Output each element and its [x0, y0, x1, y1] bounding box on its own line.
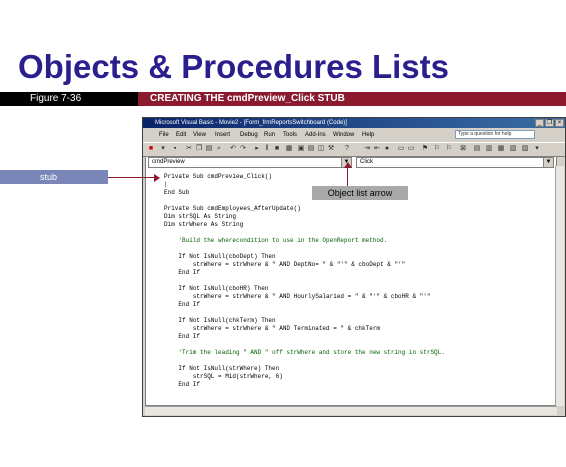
reset-icon[interactable]: ■ [273, 145, 281, 153]
undo-icon[interactable]: ↶ [229, 145, 237, 153]
menu-view[interactable]: View [193, 130, 206, 140]
code-line[interactable]: End If [164, 333, 552, 341]
code-text[interactable]: Private Sub cmdPreview_Click() | End Sub Pr… [164, 173, 552, 389]
find-icon[interactable]: ⌕ [215, 145, 223, 153]
code-line[interactable]: Dim strSQL As String [164, 213, 552, 221]
save-icon[interactable]: ▪ [171, 145, 179, 153]
insert-module-icon[interactable]: ▾ [159, 145, 167, 153]
stub-callout-arrowhead [154, 174, 160, 182]
list-constants-icon[interactable]: ▥ [485, 145, 493, 153]
code-line[interactable]: If Not IsNull(cboDept) Then [164, 253, 552, 261]
parameter-info-icon[interactable]: ▧ [509, 145, 517, 153]
design-mode-icon[interactable]: ▦ [285, 145, 293, 153]
run-icon[interactable]: ▸ [253, 145, 261, 153]
slide-title: Objects & Procedures Lists [18, 48, 449, 85]
code-line[interactable]: 'Build the wherecondition to use in the … [164, 237, 552, 245]
code-line[interactable]: Private Sub cmdEmployees_AfterUpdate() [164, 205, 552, 213]
vertical-scrollbar[interactable] [555, 166, 564, 406]
quick-info-icon[interactable]: ▦ [497, 145, 505, 153]
code-line[interactable]: strWhere = strWhere & " AND HourlySalari… [164, 293, 552, 301]
indent-icon[interactable]: ⇥ [363, 145, 371, 153]
figure-caption: CREATING THE cmdPreview_Click STUB [150, 93, 345, 104]
object-list[interactable]: cmdPreview ▼ [148, 157, 352, 168]
object-arrow-callout-arrowhead [344, 162, 352, 168]
code-line[interactable]: Dim strWhere As String [164, 221, 552, 229]
toolbox-icon[interactable]: ⚒ [327, 145, 335, 153]
project-explorer-icon[interactable]: ▣ [297, 145, 305, 153]
menu-window[interactable]: Window [333, 130, 354, 140]
redo-icon[interactable]: ↷ [239, 145, 247, 153]
view-access-icon[interactable]: ■ [147, 145, 155, 153]
cut-icon[interactable]: ✂ [185, 145, 193, 153]
code-line[interactable]: End If [164, 301, 552, 309]
stub-callout: stub [0, 170, 108, 184]
code-line[interactable]: End If [164, 269, 552, 277]
window-title: Microsoft Visual Basic - Movie2 - [Form_… [155, 120, 347, 126]
uncomment-block-icon[interactable]: ▭ [407, 145, 415, 153]
toggle-breakpoint-icon[interactable]: ● [383, 145, 391, 153]
menu-add-ins[interactable]: Add-Ins [305, 130, 326, 140]
menu-edit[interactable]: Edit [176, 130, 186, 140]
figure-label: Figure 7-36 [30, 93, 82, 104]
code-line[interactable]: Private Sub cmdPreview_Click() [164, 173, 552, 181]
restore-button[interactable]: ❐ [545, 119, 554, 127]
code-line[interactable]: End If [164, 381, 552, 389]
prev-bookmark-icon[interactable]: ⚐ [445, 145, 453, 153]
comment-block-icon[interactable]: ▭ [397, 145, 405, 153]
help-icon[interactable]: ? [343, 145, 351, 153]
next-bookmark-icon[interactable]: ⚐ [433, 145, 441, 153]
copy-icon[interactable]: ❐ [195, 145, 203, 153]
code-line[interactable]: If Not IsNull(chkTerm) Then [164, 317, 552, 325]
vb-editor-window: Microsoft Visual Basic - Movie2 - [Form_… [142, 117, 566, 417]
menu-tools[interactable]: Tools [283, 130, 297, 140]
object-list-arrow-callout: Object list arrow [312, 186, 408, 200]
menu-help[interactable]: Help [362, 130, 374, 140]
code-line[interactable] [164, 277, 552, 285]
procedure-list[interactable]: Click ▼ [356, 157, 554, 168]
caption-bar: Figure 7-36 CREATING THE cmdPreview_Clic… [0, 92, 566, 106]
code-line[interactable] [164, 245, 552, 253]
menu-file[interactable]: File [159, 130, 169, 140]
menu-insert[interactable]: Insert [215, 130, 230, 140]
outdent-icon[interactable]: ⇤ [373, 145, 381, 153]
object-list-value: cmdPreview [152, 159, 185, 165]
code-line[interactable]: strSQL = Mid(strWhere, 6) [164, 373, 552, 381]
complete-word-icon[interactable]: ▨ [521, 145, 529, 153]
stub-callout-line [108, 177, 158, 178]
menubar: File Edit View Insert Debug Run Tools Ad… [143, 129, 565, 141]
menu-debug[interactable]: Debug [240, 130, 258, 140]
paste-icon[interactable]: ▤ [205, 145, 213, 153]
window-titlebar[interactable]: Microsoft Visual Basic - Movie2 - [Form_… [143, 118, 565, 128]
object-browser-icon[interactable]: ◫ [317, 145, 325, 153]
toolbar-options-icon[interactable]: ▾ [533, 145, 541, 153]
code-line[interactable] [164, 357, 552, 365]
object-arrow-callout-line [347, 165, 348, 186]
menu-run[interactable]: Run [264, 130, 275, 140]
break-icon[interactable]: ‖ [263, 145, 271, 153]
procedure-list-value: Click [360, 159, 373, 165]
properties-icon[interactable]: ▤ [307, 145, 315, 153]
code-line[interactable]: If Not IsNull(cboHR) Then [164, 285, 552, 293]
clear-bookmarks-icon[interactable]: ⊠ [459, 145, 467, 153]
code-line[interactable]: strWhere = strWhere & " AND Terminated =… [164, 325, 552, 333]
code-line[interactable]: 'Trim the leading " AND " off strWhere a… [164, 349, 552, 357]
code-line[interactable] [164, 309, 552, 317]
code-line[interactable] [164, 229, 552, 237]
code-line[interactable] [164, 341, 552, 349]
minimize-button[interactable]: _ [535, 119, 544, 127]
list-properties-icon[interactable]: ▤ [473, 145, 481, 153]
close-button[interactable]: × [555, 119, 564, 127]
horizontal-scrollbar[interactable] [145, 406, 557, 415]
toolbar: ■ ▾ ▪ ✂ ❐ ▤ ⌕ ↶ ↷ ▸ ‖ ■ ▦ ▣ ▤ ◫ ⚒ ? ⇥ ⇤ … [143, 142, 565, 157]
procedure-list-arrow[interactable]: ▼ [543, 158, 553, 167]
code-line[interactable]: strWhere = strWhere & " AND DeptNo= " & … [164, 261, 552, 269]
help-search-input[interactable]: Type a question for help [455, 130, 535, 139]
code-line[interactable]: If Not IsNull(strWhere) Then [164, 365, 552, 373]
bookmark-icon[interactable]: ⚑ [421, 145, 429, 153]
